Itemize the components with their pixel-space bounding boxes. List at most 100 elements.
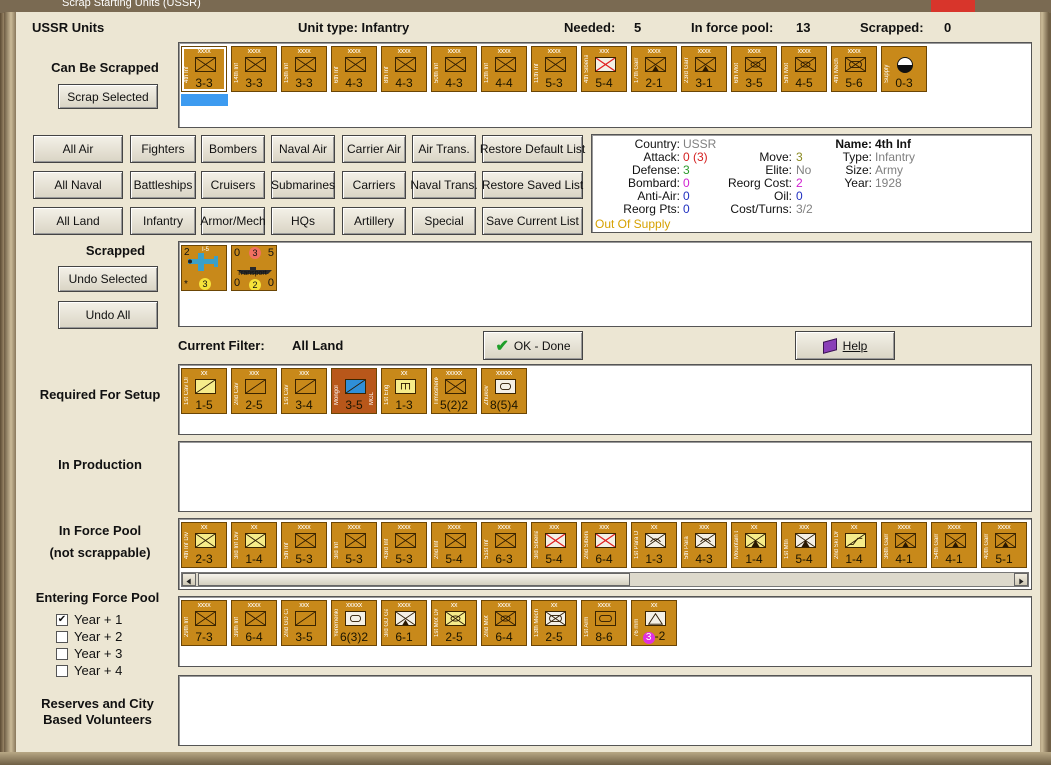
unit-counter[interactable]: xx 3rd Inf Div 1-4 [231,522,277,568]
required-units-panel[interactable]: xx 1st Cav Div 1-5 xxx 2nd Cav 2-5 xxx 1st Cav 3… [178,364,1032,435]
filter-button[interactable]: Carrier Air [342,135,406,163]
scrapped-units-panel[interactable]: 2 I-5 * 3 0 5 0 0 3 Transport 2 [178,241,1032,327]
scroll-right-arrow[interactable] [1014,573,1028,586]
unit-counter[interactable]: xxxx 51st Inf 6-3 [481,522,527,568]
undo-all-button[interactable]: Undo All [58,301,158,329]
unit-counter[interactable]: xxxxx Timoshenko 5(2)2 [431,368,477,414]
filter-button[interactable]: All Land [33,207,123,235]
filter-button[interactable]: Armor/Mech [200,207,266,235]
unit-counter[interactable]: xxxx 12th Inf 4-4 [481,46,527,92]
filter-button[interactable]: All Air [33,135,123,163]
filter-button[interactable]: Save Current List [482,207,583,235]
checked-box-icon[interactable]: ✔ [56,613,68,626]
unit-counter[interactable]: xxx 3rd Siberian 5-4 [531,522,577,568]
unit-counter[interactable]: xx 13th Mech 2-5 [531,600,577,646]
unit-counter[interactable]: xx 1st Eng 1-3 [381,368,427,414]
unit-counter[interactable]: xxxx 1st Arm 8-6 [581,600,627,646]
unit-counter[interactable]: xxxx 2nd Inf 5-4 [431,522,477,568]
unit-counter[interactable]: xx 2nd Ski Div 1-4 [831,522,877,568]
filter-button[interactable]: Artillery [342,207,406,235]
checkbox-icon[interactable] [56,664,68,677]
unit-counter[interactable]: xxxx 5th Inf 5-3 [281,522,327,568]
filter-button[interactable]: Carriers [342,171,406,199]
unit-strength-label: 4-1 [945,552,963,566]
unit-counter[interactable]: xxx 4th Siberian 5-4 [581,46,627,92]
help-button[interactable]: Help [795,331,895,360]
checkbox-icon[interactable] [56,647,68,660]
filter-button[interactable]: Restore Saved List [482,171,583,199]
unit-counter[interactable]: xx 4th Inf Div 2-3 [181,522,227,568]
unit-counter[interactable]: xxx 2nd Siberian 6-4 [581,522,627,568]
unit-counter[interactable]: xxxx 54th Garr 4-1 [931,522,977,568]
unit-counter[interactable]: xxx 2nd GD Cav 3-5 [281,600,327,646]
unit-counter[interactable]: xxx 5th Para 4-3 [681,522,727,568]
unit-counter[interactable]: xxxx 8th Inf 4-3 [381,46,427,92]
supply-circle-icon [897,57,913,73]
unit-counter[interactable]: xxxx 3rd GD Garr 6-1 [381,600,427,646]
filter-button[interactable]: Air Trans. [412,135,476,163]
unit-counter[interactable]: xxxxx Zhukov 8(5)4 [481,368,527,414]
in-force-pool-label: In Force Pool [58,523,142,538]
filter-button[interactable]: Battleships [130,171,196,199]
checkbox-icon[interactable] [56,630,68,643]
unit-counter[interactable]: xxxx 29th Inf 7-3 [181,600,227,646]
unit-symbol-icon [795,57,816,72]
filter-button[interactable]: Restore Default List [480,135,585,163]
year-checkbox[interactable]: ✔ Year + 1 [56,612,122,627]
unit-counter[interactable]: xxx 1st Mtn 5-4 [781,522,827,568]
unit-counter[interactable]: xxx 1st Cav 3-4 [281,368,327,414]
unit-counter[interactable]: xxxx 36th Garr 4-1 [881,522,927,568]
unit-counter[interactable]: xxxx 3rd Inf 5-3 [331,522,377,568]
reserves-panel[interactable] [178,675,1032,746]
unit-counter[interactable]: xxxx 43rd Inf 5-3 [381,522,427,568]
air-unit-counter[interactable]: 2 I-5 * 3 [181,245,227,291]
scrap-selected-button[interactable]: Scrap Selected [58,84,158,109]
unit-counter[interactable]: xxxx 6th Inf 4-3 [331,46,377,92]
unit-counter[interactable]: xx 76 mm 3 -2 [631,600,677,646]
unit-counter[interactable]: Mongol MGL 3-5 [331,368,377,414]
unit-counter[interactable]: xxxx 4th Mech 5-6 [831,46,877,92]
unit-counter[interactable]: xxxx 5th Mot 4-5 [781,46,827,92]
entering-units-panel[interactable]: xxxx 29th Inf 7-3 xxxx 39th Inf 6-4 xxx 2nd GD … [178,596,1032,667]
unit-counter[interactable]: xxxx 39th Inf 6-4 [231,600,277,646]
scrappable-units-panel[interactable]: xxxx 4th Inf 3-3 xxxx 14th Inf 3-3 xxxx 15th In… [178,42,1032,128]
filter-button[interactable]: All Naval [33,171,123,199]
filter-button[interactable]: Submarines [271,171,335,199]
filter-button[interactable]: Cruisers [201,171,265,199]
unit-counter[interactable]: xxxx 6th Mot 3-5 [731,46,777,92]
unit-counter[interactable]: xxxx 23rd Garr 3-1 [681,46,727,92]
info-costturns-key: Cost/Turns: [730,202,792,216]
filter-button[interactable]: Naval Air [271,135,335,163]
unit-counter[interactable]: xxxx 14th Inf 3-3 [231,46,277,92]
year-checkbox[interactable]: Year + 3 [56,646,122,661]
unit-counter[interactable]: xxxx 15th Inf 3-3 [281,46,327,92]
filter-button[interactable]: Special [412,207,476,235]
scroll-thumb[interactable] [198,573,630,586]
unit-counter[interactable]: xx 1st Cav Div 1-5 [181,368,227,414]
scroll-left-arrow[interactable] [182,573,196,586]
in-production-panel[interactable] [178,441,1032,512]
year-checkbox[interactable]: Year + 4 [56,663,122,678]
undo-selected-button[interactable]: Undo Selected [58,266,158,292]
year-checkbox[interactable]: Year + 2 [56,629,122,644]
naval-unit-counter[interactable]: 0 5 0 0 3 Transport 2 [231,245,277,291]
unit-counter[interactable]: xxxx 50th Inf 4-3 [431,46,477,92]
ok-done-button[interactable]: ✔ OK - Done [483,331,583,360]
unit-counter[interactable]: xxxx 40th Garr 5-1 [981,522,1027,568]
filter-button[interactable]: Fighters [130,135,196,163]
force-pool-scrollbar[interactable] [181,572,1029,587]
unit-counter[interactable]: xxxx 4th Inf 3-3 [181,46,227,92]
unit-counter[interactable]: xxxx 11th Inf 5-3 [531,46,577,92]
unit-counter[interactable]: xxxx 17th Garr 2-1 [631,46,677,92]
unit-counter[interactable]: xxxxx Yeremenko 6(3)2 [331,600,377,646]
filter-button[interactable]: Infantry [130,207,196,235]
unit-counter[interactable]: xx 1st Para Div 1-3 [631,522,677,568]
unit-counter[interactable]: xx 1st Mot Div 2-5 [431,600,477,646]
unit-counter[interactable]: Supply 0-3 [881,46,927,92]
filter-button[interactable]: Naval Trans. [410,171,478,199]
filter-button[interactable]: Bombers [201,135,265,163]
unit-counter[interactable]: xx Mountain D. 1-4 [731,522,777,568]
unit-counter[interactable]: xxxx 2nd Mot 6-4 [481,600,527,646]
unit-counter[interactable]: xxx 2nd Cav 2-5 [231,368,277,414]
filter-button[interactable]: HQs [271,207,335,235]
